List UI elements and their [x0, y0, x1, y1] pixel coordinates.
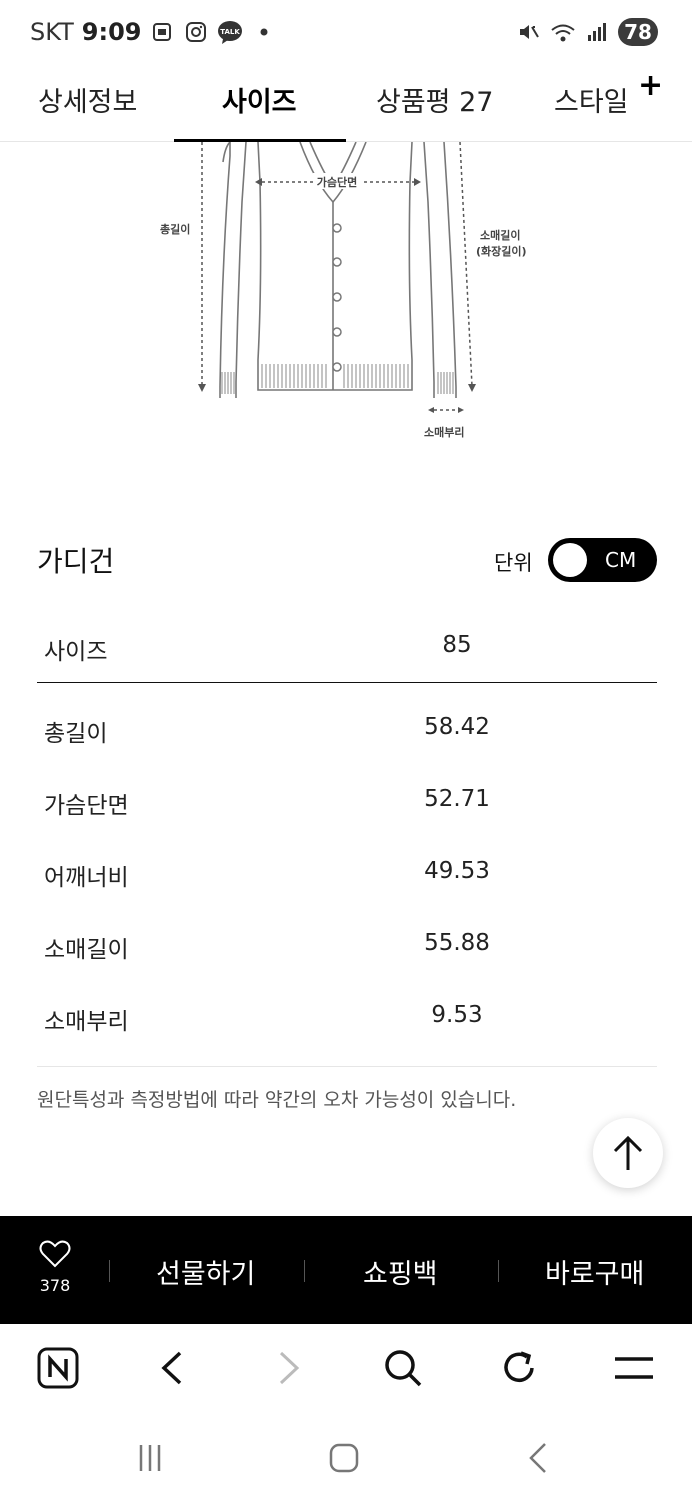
- unit-toggle[interactable]: CM: [548, 538, 657, 582]
- gift-button[interactable]: 선물하기: [156, 1252, 255, 1291]
- status-time: 9:09: [81, 18, 142, 46]
- table-row: 어깨너비 49.53: [37, 838, 657, 910]
- measurement-note: 원단특성과 측정방법에 따라 약간의 오차 가능성이 있습니다.: [37, 1089, 517, 1111]
- total-length-label: 총길이: [160, 222, 190, 236]
- recent-apps-button[interactable]: [130, 1438, 170, 1478]
- purchase-action-bar: 378 선물하기 쇼핑백 바로구매: [0, 1216, 692, 1324]
- size-header-value: 85: [442, 632, 472, 658]
- like-button[interactable]: 378: [30, 1240, 80, 1295]
- heart-icon: [39, 1240, 71, 1268]
- table-row: 가슴단면 52.71: [37, 766, 657, 838]
- tab-reviews[interactable]: 상품평 27: [376, 80, 493, 119]
- signal-icon: [584, 19, 610, 45]
- mute-icon: [516, 19, 542, 45]
- measure-label: 총길이: [44, 721, 108, 747]
- tab-bar: 상세정보 사이즈 상품평 27 스타일 +: [0, 64, 692, 142]
- action-divider: [109, 1260, 110, 1282]
- style-plus-icon: +: [638, 68, 664, 103]
- browser-navigation-bar: [0, 1324, 692, 1414]
- menu-button[interactable]: [612, 1346, 656, 1390]
- arrow-up-icon: [613, 1135, 643, 1170]
- refresh-button[interactable]: [497, 1346, 541, 1390]
- product-type-title: 가디건: [37, 545, 115, 578]
- sleeve-length-sub-label: (화장길이): [476, 244, 527, 258]
- table-row: 소매부리 9.53: [37, 982, 657, 1054]
- status-bar: SKT 9:09 TALK 78: [0, 0, 692, 64]
- naver-n-icon: [37, 1347, 79, 1389]
- chevron-right-icon: [279, 1351, 300, 1385]
- screenshot-icon: [149, 19, 175, 45]
- tab-size[interactable]: 사이즈: [222, 80, 297, 119]
- notification-dot-icon: [251, 19, 277, 45]
- action-divider: [498, 1260, 499, 1282]
- carrier-name: SKT: [30, 18, 74, 46]
- back-arrow-icon: [529, 1443, 546, 1473]
- measure-value: 58.42: [424, 714, 490, 740]
- system-back-button[interactable]: [518, 1438, 558, 1478]
- like-count: 378: [39, 1276, 71, 1295]
- tab-detail-info[interactable]: 상세정보: [38, 80, 137, 119]
- measure-label: 소매길이: [44, 937, 129, 963]
- forward-button[interactable]: [267, 1346, 311, 1390]
- measure-value: 55.88: [424, 930, 490, 956]
- table-divider: [37, 1066, 657, 1067]
- measure-value: 9.53: [431, 1002, 483, 1028]
- naver-home-button[interactable]: [36, 1346, 80, 1390]
- home-icon: [329, 1443, 359, 1473]
- action-divider: [304, 1260, 305, 1282]
- hamburger-menu-icon: [615, 1357, 653, 1379]
- measure-value: 52.71: [424, 786, 490, 812]
- cardigan-size-diagram: 가슴단면 총길이 소매길이 (화장길이) 소매부리: [150, 141, 550, 452]
- scroll-to-top-button[interactable]: [593, 1118, 663, 1188]
- battery-level: 78: [618, 18, 658, 46]
- table-row: 소매길이 55.88: [37, 910, 657, 982]
- cardigan-illustration: 가슴단면 총길이 소매길이 (화장길이) 소매부리: [160, 141, 527, 439]
- measure-value: 49.53: [424, 858, 490, 884]
- tab-style[interactable]: 스타일: [554, 80, 629, 119]
- home-button[interactable]: [324, 1438, 364, 1478]
- back-button[interactable]: [150, 1346, 194, 1390]
- toggle-knob: [553, 543, 587, 577]
- measure-label: 가슴단면: [44, 793, 129, 819]
- recent-apps-icon: [139, 1445, 161, 1471]
- search-button[interactable]: [381, 1346, 425, 1390]
- buy-now-button[interactable]: 바로구매: [545, 1252, 644, 1291]
- unit-value: CM: [605, 548, 637, 572]
- size-header-label: 사이즈: [44, 639, 108, 665]
- talk-badge-text: TALK: [221, 28, 241, 36]
- cuff-width-label: 소매부리: [424, 425, 464, 439]
- shopping-bag-button[interactable]: 쇼핑백: [363, 1252, 438, 1291]
- measure-label: 어깨너비: [44, 865, 129, 891]
- chest-width-label: 가슴단면: [317, 175, 357, 189]
- wifi-icon: [550, 19, 576, 45]
- instagram-icon: [183, 19, 209, 45]
- chevron-left-icon: [161, 1351, 182, 1385]
- table-row: 총길이 58.42: [37, 694, 657, 766]
- size-table-header: 사이즈 85: [37, 610, 657, 683]
- unit-label: 단위: [494, 551, 533, 575]
- measure-label: 소매부리: [44, 1009, 129, 1035]
- system-navigation-bar: [0, 1414, 692, 1500]
- kakaotalk-icon: TALK: [217, 19, 243, 45]
- sleeve-length-label: 소매길이: [480, 228, 520, 242]
- refresh-icon: [504, 1351, 534, 1382]
- search-icon: [385, 1350, 422, 1387]
